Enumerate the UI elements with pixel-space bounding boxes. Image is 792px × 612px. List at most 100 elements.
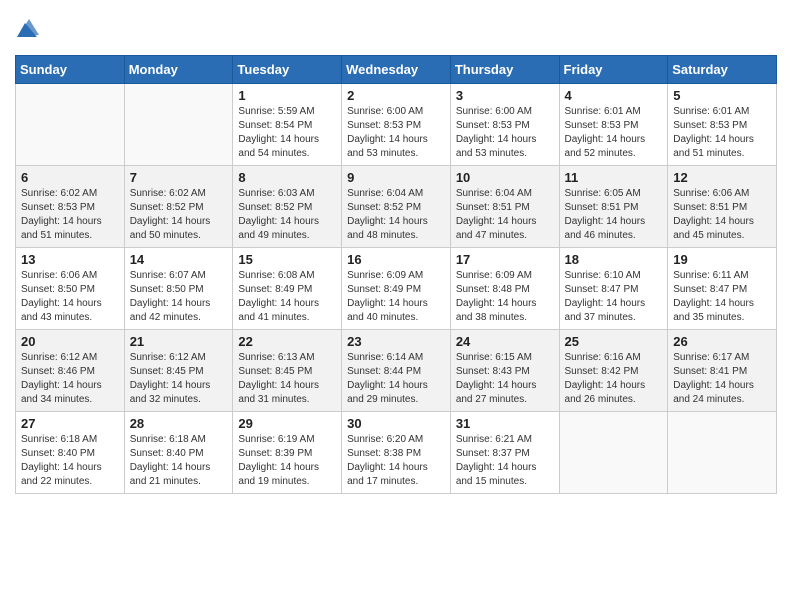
day-info: Sunrise: 6:06 AM Sunset: 8:51 PM Dayligh… (673, 187, 771, 243)
day-info: Sunrise: 6:15 AM Sunset: 8:43 PM Dayligh… (456, 351, 554, 407)
calendar-cell: 27Sunrise: 6:18 AM Sunset: 8:40 PM Dayli… (16, 412, 125, 494)
day-number: 14 (130, 252, 228, 267)
day-info: Sunrise: 6:12 AM Sunset: 8:46 PM Dayligh… (21, 351, 119, 407)
day-info: Sunrise: 6:08 AM Sunset: 8:49 PM Dayligh… (238, 269, 336, 325)
day-number: 8 (238, 170, 336, 185)
day-info: Sunrise: 6:02 AM Sunset: 8:52 PM Dayligh… (130, 187, 228, 243)
day-info: Sunrise: 6:13 AM Sunset: 8:45 PM Dayligh… (238, 351, 336, 407)
day-number: 4 (565, 88, 663, 103)
day-info: Sunrise: 5:59 AM Sunset: 8:54 PM Dayligh… (238, 105, 336, 161)
weekday-header: Sunday (16, 56, 125, 84)
day-info: Sunrise: 6:18 AM Sunset: 8:40 PM Dayligh… (130, 433, 228, 489)
calendar-cell: 21 Sunrise: 6:12 AM Sunset: 8:45 PM Dayli… (124, 330, 233, 412)
day-number: 13 (21, 252, 119, 267)
calendar-cell: 24 Sunrise: 6:15 AM Sunset: 8:43 PM Dayli… (450, 330, 559, 412)
weekday-header: Monday (124, 56, 233, 84)
calendar-cell: 25 Sunrise: 6:16 AM Sunset: 8:42 PM Dayli… (559, 330, 668, 412)
calendar-cell: 11Sunrise: 6:05 AM Sunset: 8:51 PM Dayli… (559, 166, 668, 248)
calendar-cell (559, 412, 668, 494)
calendar-cell: 3 Sunrise: 6:00 AM Sunset: 8:53 PM Daylig… (450, 84, 559, 166)
day-info: Sunrise: 6:00 AM Sunset: 8:53 PM Dayligh… (456, 105, 554, 161)
day-number: 5 (673, 88, 771, 103)
day-number: 19 (673, 252, 771, 267)
day-info: Sunrise: 6:11 AM Sunset: 8:47 PM Dayligh… (673, 269, 771, 325)
calendar-cell: 22Sunrise: 6:13 AM Sunset: 8:45 PM Dayli… (233, 330, 342, 412)
weekday-header: Saturday (668, 56, 777, 84)
day-number: 30 (347, 416, 445, 431)
weekday-header: Friday (559, 56, 668, 84)
day-number: 12 (673, 170, 771, 185)
day-number: 17 (456, 252, 554, 267)
calendar-cell: 4 Sunrise: 6:01 AM Sunset: 8:53 PM Daylig… (559, 84, 668, 166)
calendar-cell: 12 Sunrise: 6:06 AM Sunset: 8:51 PM Dayli… (668, 166, 777, 248)
day-number: 24 (456, 334, 554, 349)
day-number: 31 (456, 416, 554, 431)
calendar-cell: 28 Sunrise: 6:18 AM Sunset: 8:40 PM Dayli… (124, 412, 233, 494)
calendar-cell (124, 84, 233, 166)
calendar-cell (668, 412, 777, 494)
day-info: Sunrise: 6:17 AM Sunset: 8:41 PM Dayligh… (673, 351, 771, 407)
day-number: 10 (456, 170, 554, 185)
calendar-header-row: SundayMondayTuesdayWednesdayThursdayFrid… (16, 56, 777, 84)
day-number: 1 (238, 88, 336, 103)
day-info: Sunrise: 6:12 AM Sunset: 8:45 PM Dayligh… (130, 351, 228, 407)
calendar-week-row: 6Sunrise: 6:02 AM Sunset: 8:53 PM Daylig… (16, 166, 777, 248)
calendar-cell: 10Sunrise: 6:04 AM Sunset: 8:51 PM Dayli… (450, 166, 559, 248)
calendar-cell: 23 Sunrise: 6:14 AM Sunset: 8:44 PM Dayli… (342, 330, 451, 412)
day-info: Sunrise: 6:07 AM Sunset: 8:50 PM Dayligh… (130, 269, 228, 325)
calendar-cell: 31 Sunrise: 6:21 AM Sunset: 8:37 PM Dayli… (450, 412, 559, 494)
day-number: 9 (347, 170, 445, 185)
day-number: 16 (347, 252, 445, 267)
calendar-cell: 30 Sunrise: 6:20 AM Sunset: 8:38 PM Dayli… (342, 412, 451, 494)
calendar-cell: 2 Sunrise: 6:00 AM Sunset: 8:53 PM Daylig… (342, 84, 451, 166)
logo (15, 15, 47, 43)
calendar-table: SundayMondayTuesdayWednesdayThursdayFrid… (15, 55, 777, 494)
calendar-cell: 26 Sunrise: 6:17 AM Sunset: 8:41 PM Dayli… (668, 330, 777, 412)
day-number: 20 (21, 334, 119, 349)
day-number: 28 (130, 416, 228, 431)
calendar-cell (16, 84, 125, 166)
calendar-cell: 29 Sunrise: 6:19 AM Sunset: 8:39 PM Dayli… (233, 412, 342, 494)
calendar-cell: 7 Sunrise: 6:02 AM Sunset: 8:52 PM Daylig… (124, 166, 233, 248)
calendar-week-row: 1 Sunrise: 5:59 AM Sunset: 8:54 PM Daylig… (16, 84, 777, 166)
day-number: 7 (130, 170, 228, 185)
day-info: Sunrise: 6:02 AM Sunset: 8:53 PM Dayligh… (21, 187, 119, 243)
day-info: Sunrise: 6:21 AM Sunset: 8:37 PM Dayligh… (456, 433, 554, 489)
day-info: Sunrise: 6:09 AM Sunset: 8:49 PM Dayligh… (347, 269, 445, 325)
day-number: 23 (347, 334, 445, 349)
day-info: Sunrise: 6:14 AM Sunset: 8:44 PM Dayligh… (347, 351, 445, 407)
calendar-cell: 15 Sunrise: 6:08 AM Sunset: 8:49 PM Dayli… (233, 248, 342, 330)
calendar-week-row: 13Sunrise: 6:06 AM Sunset: 8:50 PM Dayli… (16, 248, 777, 330)
calendar-cell: 5Sunrise: 6:01 AM Sunset: 8:53 PM Daylig… (668, 84, 777, 166)
weekday-header: Tuesday (233, 56, 342, 84)
day-number: 29 (238, 416, 336, 431)
day-info: Sunrise: 6:19 AM Sunset: 8:39 PM Dayligh… (238, 433, 336, 489)
calendar-cell: 13Sunrise: 6:06 AM Sunset: 8:50 PM Dayli… (16, 248, 125, 330)
day-info: Sunrise: 6:10 AM Sunset: 8:47 PM Dayligh… (565, 269, 663, 325)
day-number: 21 (130, 334, 228, 349)
day-number: 25 (565, 334, 663, 349)
day-info: Sunrise: 6:16 AM Sunset: 8:42 PM Dayligh… (565, 351, 663, 407)
page-header (15, 15, 777, 43)
weekday-header: Wednesday (342, 56, 451, 84)
calendar-cell: 18 Sunrise: 6:10 AM Sunset: 8:47 PM Dayli… (559, 248, 668, 330)
calendar-cell: 17 Sunrise: 6:09 AM Sunset: 8:48 PM Dayli… (450, 248, 559, 330)
day-number: 15 (238, 252, 336, 267)
calendar-week-row: 27Sunrise: 6:18 AM Sunset: 8:40 PM Dayli… (16, 412, 777, 494)
calendar-cell: 8 Sunrise: 6:03 AM Sunset: 8:52 PM Daylig… (233, 166, 342, 248)
day-info: Sunrise: 6:04 AM Sunset: 8:52 PM Dayligh… (347, 187, 445, 243)
day-info: Sunrise: 6:03 AM Sunset: 8:52 PM Dayligh… (238, 187, 336, 243)
day-info: Sunrise: 6:05 AM Sunset: 8:51 PM Dayligh… (565, 187, 663, 243)
day-info: Sunrise: 6:20 AM Sunset: 8:38 PM Dayligh… (347, 433, 445, 489)
calendar-cell: 16 Sunrise: 6:09 AM Sunset: 8:49 PM Dayli… (342, 248, 451, 330)
day-number: 3 (456, 88, 554, 103)
day-number: 18 (565, 252, 663, 267)
weekday-header: Thursday (450, 56, 559, 84)
day-info: Sunrise: 6:00 AM Sunset: 8:53 PM Dayligh… (347, 105, 445, 161)
day-info: Sunrise: 6:01 AM Sunset: 8:53 PM Dayligh… (565, 105, 663, 161)
day-number: 26 (673, 334, 771, 349)
day-info: Sunrise: 6:09 AM Sunset: 8:48 PM Dayligh… (456, 269, 554, 325)
logo-icon (15, 15, 43, 43)
calendar-cell: 20 Sunrise: 6:12 AM Sunset: 8:46 PM Dayli… (16, 330, 125, 412)
day-number: 2 (347, 88, 445, 103)
